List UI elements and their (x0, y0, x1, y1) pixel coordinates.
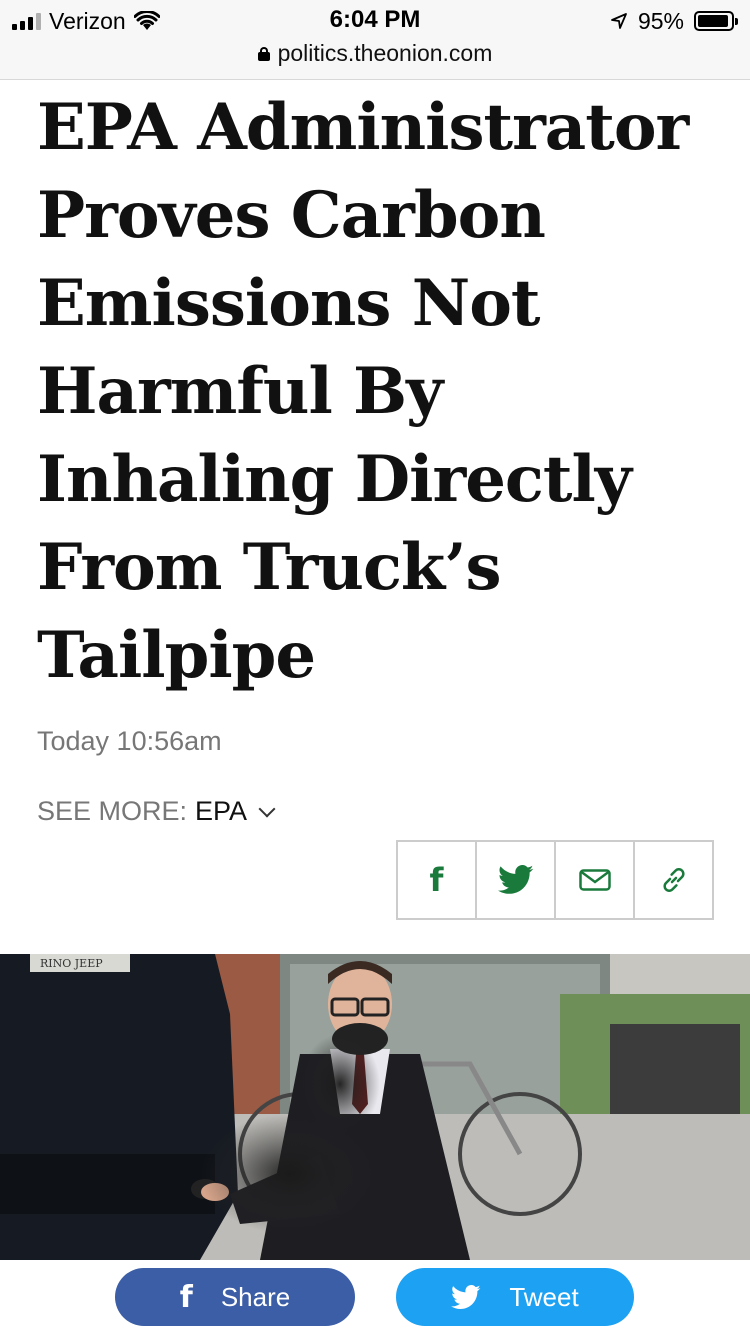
status-right: 95% (610, 7, 738, 34)
chevron-down-icon[interactable] (258, 800, 276, 817)
share-toolbar: f (396, 840, 714, 920)
twitter-icon (451, 1284, 481, 1309)
status-bar: Verizon 6:04 PM 95% politics.theonion.co… (0, 0, 750, 80)
share-email-button[interactable] (554, 842, 633, 918)
see-more[interactable]: SEE MORE: EPA (37, 796, 276, 827)
battery-icon (694, 11, 738, 31)
article-photo: RINO JEEP (0, 954, 750, 1260)
facebook-icon: f (179, 1279, 193, 1315)
bottom-share-bar: f Share Tweet (0, 1260, 750, 1334)
share-link-button[interactable] (633, 842, 712, 918)
location-arrow-icon (611, 13, 627, 29)
tweet-button[interactable]: Tweet (396, 1268, 634, 1326)
article-headline: EPA Administrator Proves Carbon Emission… (37, 90, 689, 693)
share-label: Share (220, 1281, 291, 1312)
license-plate: RINO JEEP (40, 957, 103, 970)
see-more-label: SEE MORE: (37, 796, 188, 826)
tweet-label: Tweet (509, 1281, 579, 1312)
share-facebook-button[interactable]: f (398, 842, 475, 918)
article-timestamp: Today 10:56am (37, 726, 222, 756)
url-text[interactable]: politics.theonion.com (278, 40, 493, 67)
facebook-share-button[interactable]: f Share (115, 1268, 355, 1326)
share-twitter-button[interactable] (475, 842, 554, 918)
url-bar[interactable]: politics.theonion.com (0, 40, 750, 67)
facebook-icon: f (429, 861, 444, 899)
battery-percent: 95% (637, 7, 684, 34)
lock-icon (257, 46, 270, 61)
see-more-tag[interactable]: EPA (195, 796, 247, 827)
mail-icon (578, 869, 611, 891)
link-icon (662, 868, 685, 892)
twitter-icon (497, 865, 533, 894)
